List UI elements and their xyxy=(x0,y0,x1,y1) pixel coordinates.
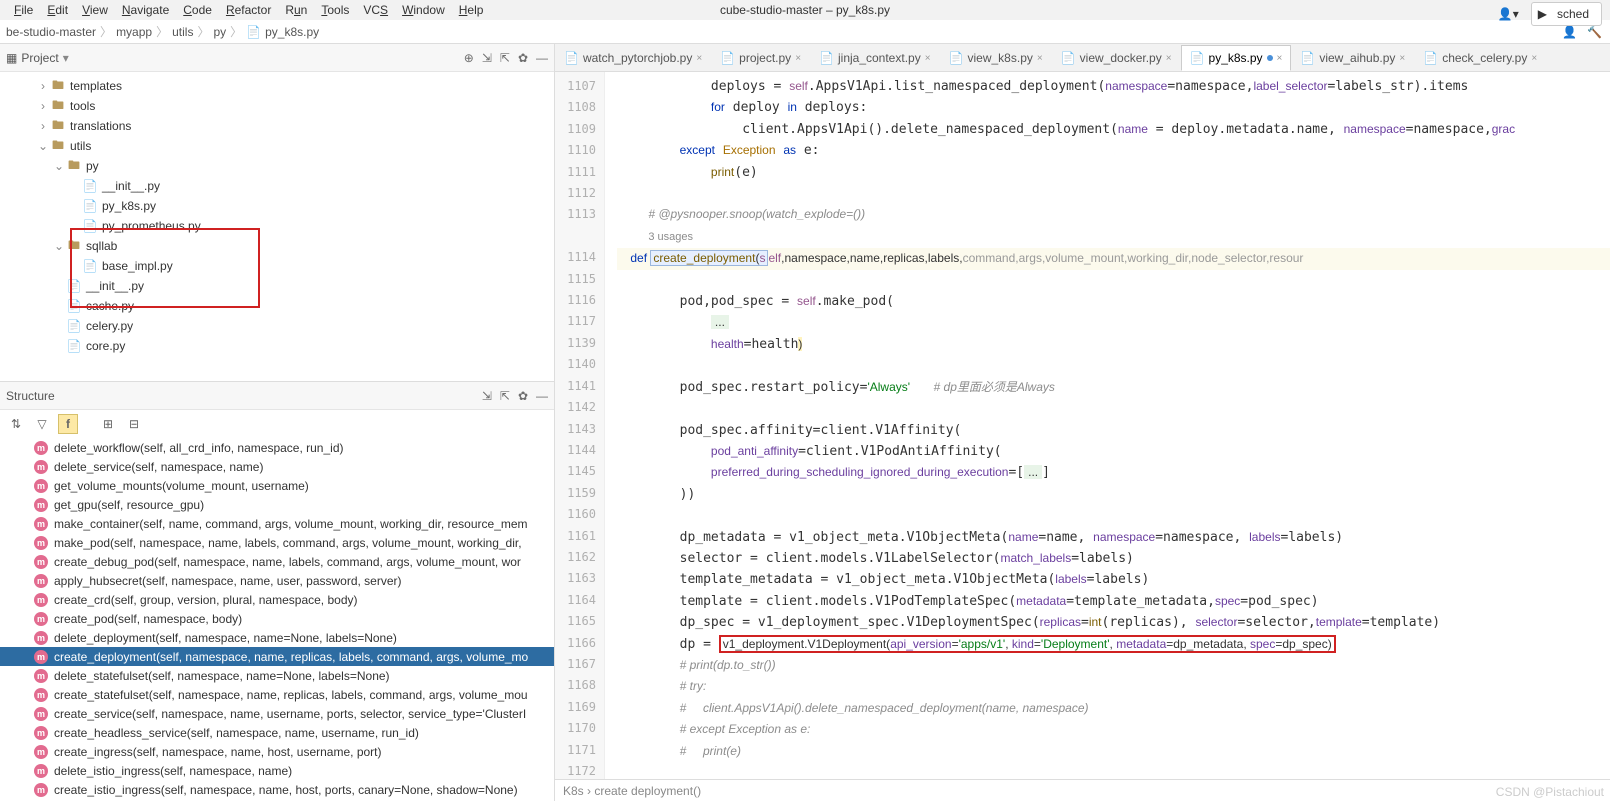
user-icon[interactable]: 👤 xyxy=(1562,25,1577,39)
menu-view[interactable]: View xyxy=(76,1,114,19)
fields-icon[interactable]: f xyxy=(58,414,78,434)
tree-row[interactable]: 📄__init__.py xyxy=(0,176,554,196)
close-icon[interactable]: × xyxy=(1277,53,1283,64)
tree-row[interactable]: ›🖿templates xyxy=(0,76,554,96)
tree-row[interactable]: ›🖿tools xyxy=(0,96,554,116)
structure-item[interactable]: mdelete_workflow(self, all_crd_info, nam… xyxy=(0,438,554,457)
structure-item[interactable]: mget_gpu(self, resource_gpu) xyxy=(0,495,554,514)
tree-row[interactable]: 📄cache.py xyxy=(0,296,554,316)
structure-item[interactable]: mmake_container(self, name, command, arg… xyxy=(0,514,554,533)
collapse-icon[interactable]: ⇲ xyxy=(482,389,492,403)
editor-tab[interactable]: 📄view_aihub.py× xyxy=(1291,45,1414,71)
breadcrumb-item[interactable]: py_k8s.py xyxy=(265,25,319,39)
structure-item[interactable]: mmake_pod(self, namespace, name, labels,… xyxy=(0,533,554,552)
editor-tab[interactable]: 📄view_k8s.py× xyxy=(940,45,1052,71)
menu-navigate[interactable]: Navigate xyxy=(116,1,175,19)
tree-row[interactable]: 📄core.py xyxy=(0,336,554,356)
structure-item[interactable]: mcreate_pod(self, namespace, body) xyxy=(0,609,554,628)
status-bar: K8s › create deployment() xyxy=(555,779,1610,801)
structure-item[interactable]: mcreate_service(self, namespace, name, u… xyxy=(0,704,554,723)
close-icon[interactable]: × xyxy=(1399,53,1405,64)
editor-tab[interactable]: 📄view_docker.py× xyxy=(1052,45,1181,71)
editor-tabs: 📄watch_pytorchjob.py×📄project.py×📄jinja_… xyxy=(555,44,1610,72)
breadcrumb-item[interactable]: py xyxy=(213,25,226,39)
breadcrumb-item[interactable]: utils xyxy=(172,25,193,39)
project-panel-header: ▦ Project ▾ ⊕ ⇲ ⇱ ✿ — xyxy=(0,44,554,72)
menu-file[interactable]: File xyxy=(8,1,39,19)
breadcrumb-item[interactable]: myapp xyxy=(116,25,152,39)
menu-window[interactable]: Window xyxy=(396,1,451,19)
structure-item[interactable]: mcreate_crd(self, group, version, plural… xyxy=(0,590,554,609)
close-icon[interactable]: × xyxy=(1166,53,1172,64)
tree-row[interactable]: ›🖿translations xyxy=(0,116,554,136)
sort-icon[interactable]: ⇅ xyxy=(6,414,26,434)
window-title: cube-studio-master – py_k8s.py xyxy=(714,1,896,19)
structure-panel-header: Structure ⇲ ⇱ ✿ — xyxy=(0,382,554,410)
structure-item[interactable]: mget_volume_mounts(volume_mount, usernam… xyxy=(0,476,554,495)
settings-icon[interactable]: ✿ xyxy=(518,389,528,403)
close-icon[interactable]: × xyxy=(925,53,931,64)
tree-row[interactable]: 📄py_prometheus.py xyxy=(0,216,554,236)
hide-icon[interactable]: — xyxy=(536,389,548,403)
structure-item[interactable]: mdelete_statefulset(self, namespace, nam… xyxy=(0,666,554,685)
tree-row[interactable]: ⌄🖿sqllab xyxy=(0,236,554,256)
menu-refactor[interactable]: Refactor xyxy=(220,1,277,19)
menubar: File Edit View Navigate Code Refactor Ru… xyxy=(0,0,1610,20)
expand-icon[interactable]: ⇱ xyxy=(500,389,510,403)
structure-item[interactable]: mdelete_service(self, namespace, name) xyxy=(0,457,554,476)
tree-row[interactable]: 📄py_k8s.py xyxy=(0,196,554,216)
structure-item[interactable]: mdelete_deployment(self, namespace, name… xyxy=(0,628,554,647)
menu-code[interactable]: Code xyxy=(177,1,218,19)
menu-tools[interactable]: Tools xyxy=(315,1,355,19)
breadcrumb-item[interactable]: be-studio-master xyxy=(6,25,96,39)
tree-row[interactable]: 📄celery.py xyxy=(0,316,554,336)
close-icon[interactable]: × xyxy=(696,53,702,64)
menu-help[interactable]: Help xyxy=(453,1,490,19)
menu-run[interactable]: Run xyxy=(279,1,313,19)
project-tree[interactable]: ›🖿templates›🖿tools›🖿translations⌄🖿utils⌄… xyxy=(0,72,554,381)
close-icon[interactable]: × xyxy=(795,53,801,64)
gutter: 1107 1108 1109 1110 1111 1112 1113 1114 … xyxy=(555,72,605,779)
structure-item[interactable]: mcreate_statefulset(self, namespace, nam… xyxy=(0,685,554,704)
close-icon[interactable]: × xyxy=(1531,53,1537,64)
editor-tab[interactable]: 📄project.py× xyxy=(711,45,810,71)
expand-all-icon[interactable]: ⊞ xyxy=(98,414,118,434)
close-icon[interactable]: × xyxy=(1037,53,1043,64)
project-icon: ▦ xyxy=(6,51,17,65)
user-icon[interactable]: 👤▾ xyxy=(1492,5,1525,23)
sched-button[interactable]: ▶ sched xyxy=(1531,2,1602,26)
collapse-icon[interactable]: ⇲ xyxy=(482,51,492,65)
expand-icon[interactable]: ⇱ xyxy=(500,51,510,65)
editor-tab[interactable]: 📄jinja_context.py× xyxy=(810,45,940,71)
settings-icon[interactable]: ✿ xyxy=(518,51,528,65)
tree-row[interactable]: ⌄🖿utils xyxy=(0,136,554,156)
editor-tab[interactable]: 📄py_k8s.py× xyxy=(1181,45,1292,71)
code-editor[interactable]: deploys = self.AppsV1Api.list_namespaced… xyxy=(605,72,1610,779)
tree-row[interactable]: 📄base_impl.py xyxy=(0,256,554,276)
structure-item[interactable]: mcreate_debug_pod(self, namespace, name,… xyxy=(0,552,554,571)
tree-row[interactable]: 📄__init__.py xyxy=(0,276,554,296)
structure-item[interactable]: mcreate_istio_ingress(self, namespace, n… xyxy=(0,780,554,799)
tree-row[interactable]: ⌄🖿py xyxy=(0,156,554,176)
menu-edit[interactable]: Edit xyxy=(41,1,74,19)
watermark: CSDN @Pistachiout xyxy=(1496,785,1604,799)
structure-item[interactable]: mcreate_deployment(self, namespace, name… xyxy=(0,647,554,666)
hide-icon[interactable]: — xyxy=(536,51,548,65)
editor-tab[interactable]: 📄check_celery.py× xyxy=(1414,45,1546,71)
structure-list[interactable]: mdelete_workflow(self, all_crd_info, nam… xyxy=(0,438,554,801)
structure-item[interactable]: mdelete_istio_ingress(self, namespace, n… xyxy=(0,761,554,780)
collapse-all-icon[interactable]: ⊟ xyxy=(124,414,144,434)
editor-tab[interactable]: 📄watch_pytorchjob.py× xyxy=(555,45,711,71)
filter-icon[interactable]: ▽ xyxy=(32,414,52,434)
structure-item[interactable]: mcreate_ingress(self, namespace, name, h… xyxy=(0,742,554,761)
locate-icon[interactable]: ⊕ xyxy=(464,51,474,65)
breadcrumb: be-studio-master〉 myapp〉 utils〉 py〉 📄py_… xyxy=(0,20,1610,44)
hammer-icon[interactable]: 🔨 xyxy=(1587,25,1602,39)
menu-vcs[interactable]: VCS xyxy=(357,1,394,19)
structure-toolbar: ⇅ ▽ f ⊞ ⊟ xyxy=(0,410,554,438)
structure-item[interactable]: mapply_hubsecret(self, namespace, name, … xyxy=(0,571,554,590)
structure-item[interactable]: mcreate_headless_service(self, namespace… xyxy=(0,723,554,742)
